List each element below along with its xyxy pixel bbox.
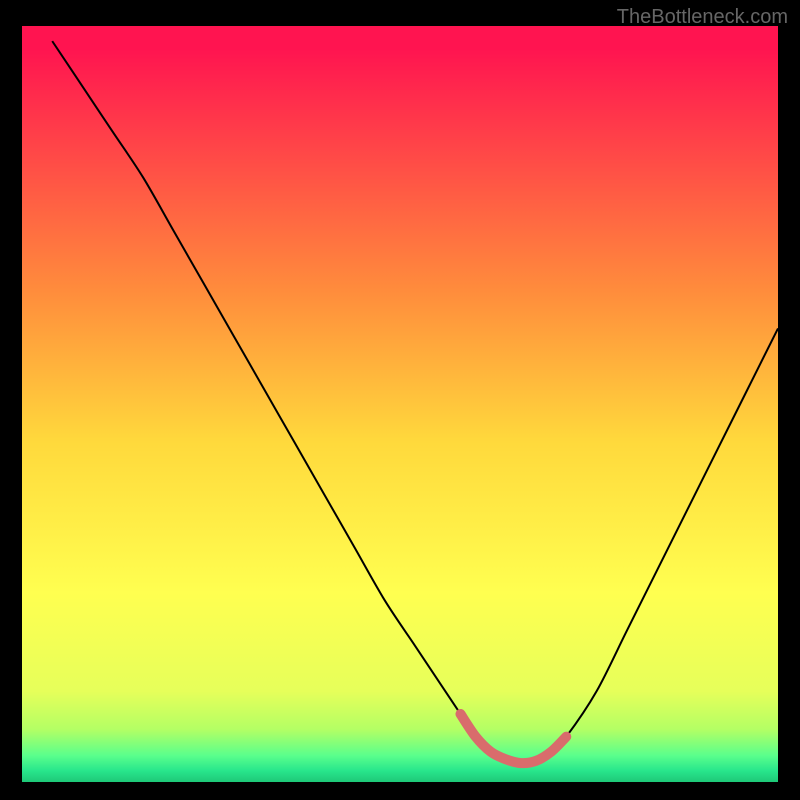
bottleneck-chart-svg bbox=[0, 0, 800, 800]
chart-container: TheBottleneck.com bbox=[0, 0, 800, 800]
watermark-text: TheBottleneck.com bbox=[617, 6, 788, 29]
chart-gradient-background bbox=[22, 26, 778, 782]
